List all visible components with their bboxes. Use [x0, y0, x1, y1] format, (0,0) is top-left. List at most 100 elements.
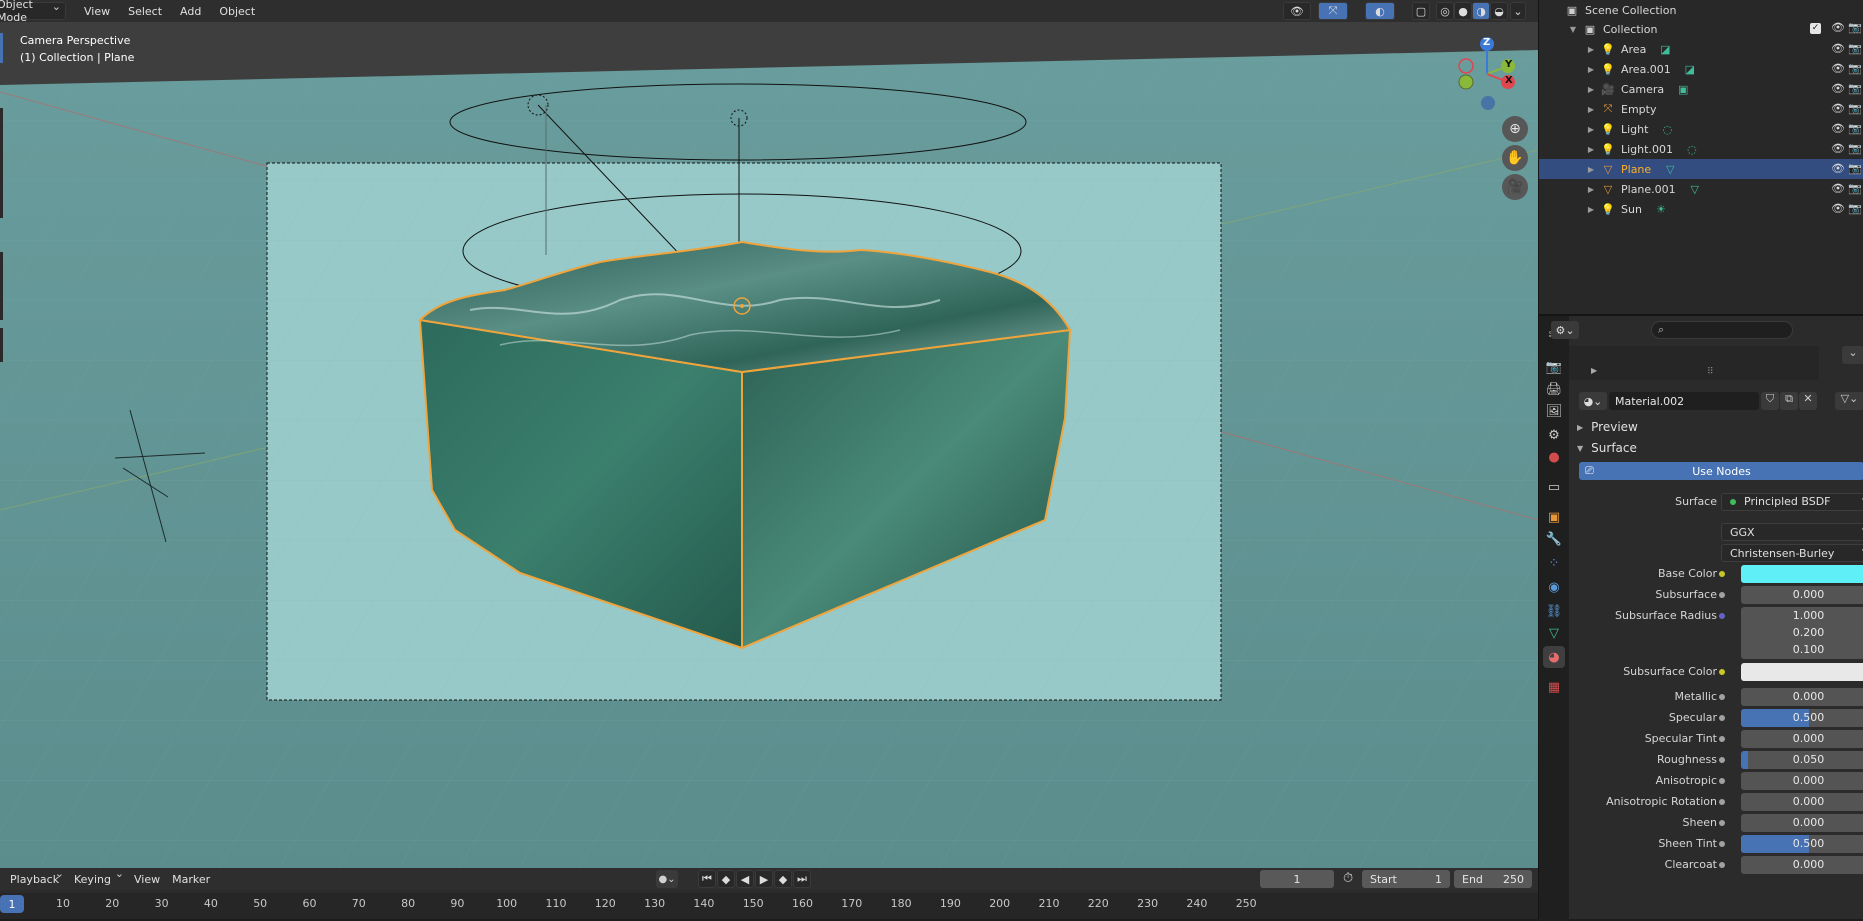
render-camera-icon[interactable]: 📷	[1848, 162, 1862, 175]
link-dropdown[interactable]: ▽⌄	[1835, 392, 1863, 410]
scene-collection-row[interactable]: ▣ Scene Collection	[1539, 0, 1863, 20]
eye-icon[interactable]: 👁	[1831, 182, 1845, 195]
outliner-item[interactable]: ▶ 💡 Light.001 ◌ 👁 📷	[1539, 139, 1863, 159]
menu-add[interactable]: Add	[174, 5, 207, 18]
render-camera-icon[interactable]: 📷	[1848, 62, 1862, 75]
shading-options[interactable]: ⌄	[1510, 2, 1526, 20]
outliner[interactable]: ▣ Scene Collection ▼ ▣ Collection ✓ 👁 📷 …	[1538, 0, 1863, 314]
expand-arrow-icon[interactable]: ▶	[1591, 366, 1597, 375]
auto-key-button[interactable]: ●⌄	[656, 870, 678, 888]
properties-search[interactable]: ⌕	[1651, 321, 1793, 339]
expand-arrow-icon[interactable]: ▶	[1585, 85, 1597, 94]
eye-icon[interactable]: 👁	[1831, 142, 1845, 155]
eye-icon[interactable]: 👁	[1831, 62, 1845, 75]
expand-arrow-icon[interactable]: ▶	[1585, 165, 1597, 174]
render-camera-icon[interactable]: 📷	[1848, 182, 1862, 195]
base-color-swatch[interactable]	[1741, 564, 1863, 583]
render-camera-icon[interactable]: 📷	[1848, 122, 1862, 135]
area-light-data-icon[interactable]: ◪	[1683, 62, 1697, 76]
tab-object[interactable]: ▣	[1543, 506, 1565, 528]
collapse-button[interactable]: ⌄	[1842, 346, 1863, 364]
collection-row[interactable]: ▼ ▣ Collection ✓ 👁 📷	[1539, 19, 1863, 39]
end-frame-field[interactable]: End 250	[1454, 870, 1532, 888]
preview-panel-header[interactable]: ▶ Preview	[1569, 416, 1863, 438]
outliner-item[interactable]: ▶ ▽ Plane ▽ 👁 📷	[1539, 159, 1863, 179]
editor-type-dropdown[interactable]: ⚙⌄	[1551, 321, 1579, 339]
render-camera-icon[interactable]: 📷	[1848, 202, 1862, 215]
point-light-data-icon[interactable]: ◌	[1685, 142, 1699, 156]
sun-light-data-icon[interactable]: ☀	[1654, 202, 1668, 216]
current-frame-field[interactable]: 1	[1260, 870, 1334, 888]
play-button[interactable]: ▶	[755, 870, 773, 888]
toolbar-tab[interactable]	[0, 328, 3, 362]
area-light-data-icon[interactable]: ◪	[1658, 42, 1672, 56]
fake-user-button[interactable]: ⛉	[1761, 392, 1779, 410]
prev-keyframe-button[interactable]: ◆	[717, 870, 735, 888]
render-camera-icon[interactable]: 📷	[1848, 142, 1862, 155]
tab-render[interactable]: 📷	[1543, 356, 1565, 378]
search-input[interactable]	[1668, 324, 1779, 336]
start-frame-field[interactable]: Start 1	[1362, 870, 1450, 888]
timeline-marker-menu[interactable]: Marker	[166, 873, 216, 886]
outliner-item[interactable]: ▶ 💡 Light ◌ 👁 📷	[1539, 119, 1863, 139]
menu-view[interactable]: View	[78, 5, 116, 18]
outliner-item[interactable]: ▶ 🎥 Camera ▣ 👁 📷	[1539, 79, 1863, 99]
material-name-field[interactable]: Material.002	[1609, 392, 1759, 410]
field-slider[interactable]: 0.050	[1741, 750, 1863, 769]
drag-handle-icon[interactable]: ⠿	[1707, 367, 1714, 377]
expand-arrow-icon[interactable]: ▶	[1585, 65, 1597, 74]
unlink-material-button[interactable]: ✕	[1799, 392, 1817, 410]
3d-viewport[interactable]: Object Mode View Select Add Object 👁 ⤧ ◐…	[0, 0, 1538, 868]
subsurface-method-dropdown[interactable]: Christensen-Burley	[1721, 542, 1863, 562]
tab-material[interactable]: ◕	[1543, 646, 1565, 668]
play-reverse-button[interactable]: ◀	[736, 870, 754, 888]
playback-dropdown[interactable]: Playback	[4, 867, 68, 888]
exclude-checkbox[interactable]: ✓	[1810, 23, 1821, 34]
expand-arrow-icon[interactable]: ▶	[1585, 125, 1597, 134]
toolbar-tab[interactable]	[0, 252, 3, 320]
gizmo-toggle[interactable]: ⤧	[1318, 2, 1348, 20]
expand-arrow-icon[interactable]: ▶	[1585, 105, 1597, 114]
shading-rendered[interactable]: ◒	[1490, 2, 1508, 20]
timeline-view-menu[interactable]: View	[128, 873, 166, 886]
render-camera-icon[interactable]: 📷	[1848, 102, 1862, 115]
surface-shader-field[interactable]: Principled BSDF	[1721, 491, 1863, 511]
field-slider[interactable]: 0.500	[1741, 708, 1863, 727]
shading-solid[interactable]: ●	[1454, 2, 1472, 20]
shading-wireframe[interactable]: ◎	[1436, 2, 1454, 20]
field-slider[interactable]: 0.500	[1741, 834, 1863, 853]
outliner-item[interactable]: ▶ 💡 Sun ☀ 👁 📷	[1539, 199, 1863, 219]
expand-arrow-icon[interactable]: ▶	[1585, 145, 1597, 154]
eye-icon[interactable]: 👁	[1831, 162, 1845, 175]
mesh-data-icon[interactable]: ▽	[1688, 182, 1702, 196]
properties-editor[interactable]: ✂ 📷 🖨 🖼 ⚙ ● ▭ ▣ 🔧 ⁘ ◉ ⛓ ▽ ◕ ▦ ⚙⌄ ⌕ ▶ ⠿ ⌄…	[1538, 314, 1863, 921]
xray-toggle[interactable]: ▢	[1412, 2, 1430, 20]
field-slider[interactable]: 0.000	[1741, 813, 1863, 832]
expand-arrow-icon[interactable]: ▶	[1585, 185, 1597, 194]
pan-button[interactable]: ✋	[1502, 145, 1528, 171]
shading-material[interactable]: ◑	[1472, 2, 1490, 20]
tab-collection[interactable]: ▭	[1543, 476, 1565, 498]
eye-icon[interactable]: 👁	[1831, 82, 1845, 95]
subsurface-field[interactable]: 0.000	[1741, 585, 1863, 604]
field-slider[interactable]: 0.000	[1741, 729, 1863, 748]
outliner-item[interactable]: ▶ 💡 Area ◪ 👁 📷	[1539, 39, 1863, 59]
expand-arrow-icon[interactable]: ▶	[1585, 205, 1597, 214]
expand-arrow-icon[interactable]: ▶	[1585, 45, 1597, 54]
field-slider[interactable]: 0.000	[1741, 792, 1863, 811]
jump-end-button[interactable]: ⏭	[793, 870, 811, 888]
overlays-toggle[interactable]: ◐	[1365, 2, 1395, 20]
eye-icon[interactable]: 👁	[1831, 42, 1845, 55]
eye-icon[interactable]: 👁	[1831, 202, 1845, 215]
zoom-button[interactable]: ⊕	[1502, 116, 1528, 142]
mesh-data-icon[interactable]: ▽	[1663, 162, 1677, 176]
field-slider[interactable]: 0.000	[1741, 771, 1863, 790]
menu-select[interactable]: Select	[122, 5, 168, 18]
surface-panel-header[interactable]: ▼ Surface	[1569, 437, 1863, 459]
frame-ruler[interactable]: 1 10 20 30 40 50 60 70 80 90 100 110 120 130 140 150 16…	[0, 893, 1538, 919]
point-light-data-icon[interactable]: ◌	[1660, 122, 1674, 136]
tab-modifiers[interactable]: 🔧	[1543, 528, 1565, 550]
eye-icon[interactable]: 👁	[1831, 21, 1845, 34]
outliner-item[interactable]: ▶ ⤧ Empty 👁 📷	[1539, 99, 1863, 119]
tab-scene[interactable]: ⚙	[1543, 424, 1565, 446]
